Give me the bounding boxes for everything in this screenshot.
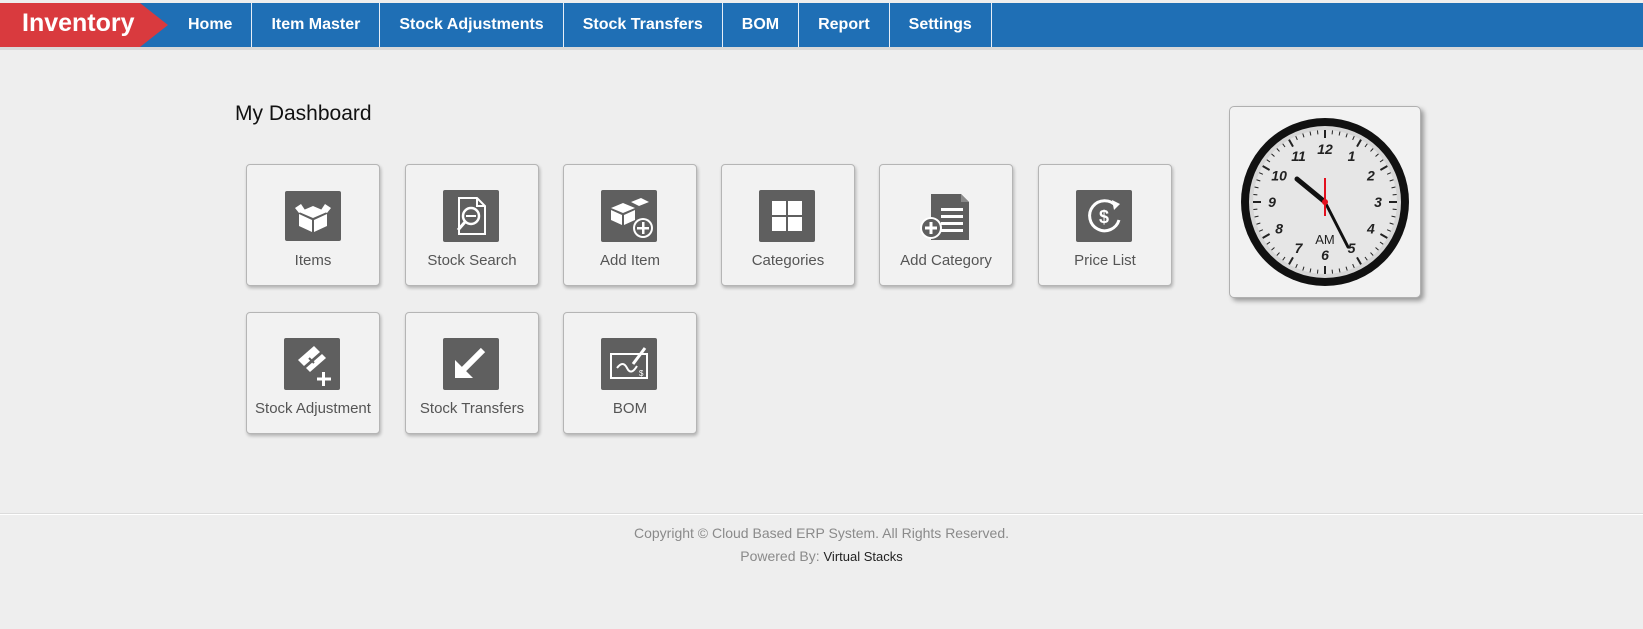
tile-label: Add Item: [599, 252, 661, 269]
tile-label: Items: [294, 252, 332, 269]
clock-numeral: 4: [1366, 221, 1375, 237]
nav-item-master[interactable]: Item Master: [252, 3, 381, 47]
tile-items[interactable]: Items: [246, 164, 380, 286]
add-document-icon: [917, 190, 973, 242]
tile-label: BOM: [612, 400, 648, 417]
tile-add-category[interactable]: Add Category: [879, 164, 1013, 286]
clock-numeral: 10: [1271, 168, 1287, 184]
add-box-icon: [601, 190, 657, 242]
nav-home[interactable]: Home: [169, 3, 253, 47]
footer-powered-label: Powered By:: [740, 548, 820, 564]
grid-icon: [759, 190, 815, 242]
arrow-down-left-icon: [443, 338, 499, 390]
clock-meridiem: AM: [1315, 232, 1335, 247]
tile-label: Price List: [1074, 252, 1136, 269]
top-navbar: Inventory Home Item Master Stock Adjustm…: [0, 3, 1643, 50]
footer-powered-link[interactable]: Virtual Stacks: [824, 549, 903, 564]
nav-report[interactable]: Report: [799, 3, 890, 47]
dollar-refresh-icon: $: [1076, 190, 1132, 242]
clock-numeral: 12: [1317, 141, 1333, 157]
clock-numeral: 9: [1268, 194, 1276, 210]
clock-numeral: 2: [1366, 168, 1375, 184]
document-search-icon: [443, 190, 499, 242]
tile-label: Add Category: [900, 252, 992, 269]
tile-stock-transfers[interactable]: Stock Transfers: [405, 312, 539, 434]
ticket-add-icon: [284, 338, 340, 390]
brand-arrow: [140, 3, 168, 47]
clock-numeral: 6: [1321, 247, 1329, 263]
footer-divider: [0, 513, 1643, 515]
main-nav: Home Item Master Stock Adjustments Stock…: [169, 3, 992, 47]
footer-powered: Powered By: Virtual Stacks: [0, 548, 1643, 564]
tile-label: Stock Adjustment: [255, 400, 371, 417]
tile-price-list[interactable]: $ Price List: [1038, 164, 1172, 286]
clock-numeral: 1: [1348, 148, 1356, 164]
cheque-sign-icon: $: [601, 338, 657, 390]
nav-bom[interactable]: BOM: [723, 3, 800, 47]
clock-numeral: 11: [1291, 148, 1306, 164]
svg-text:$: $: [639, 369, 644, 378]
tile-categories[interactable]: Categories: [721, 164, 855, 286]
clock-numeral: 8: [1275, 221, 1283, 237]
footer-copyright: Copyright © Cloud Based ERP System. All …: [634, 525, 1009, 541]
svg-text:$: $: [1099, 207, 1109, 227]
nav-settings[interactable]: Settings: [890, 3, 992, 47]
nav-stock-transfers[interactable]: Stock Transfers: [564, 3, 723, 47]
tile-add-item[interactable]: Add Item: [563, 164, 697, 286]
box-icon: [285, 191, 341, 241]
brand-logo[interactable]: Inventory: [0, 3, 140, 47]
tile-label: Stock Transfers: [419, 400, 525, 417]
analog-clock: 12 1 2 3 4 5 6 7 8 9 10 11 AM: [1229, 106, 1421, 298]
clock-face: 12 1234567891011 AM: [1241, 118, 1409, 286]
clock-numeral: 3: [1374, 194, 1382, 210]
page-title: My Dashboard: [235, 102, 372, 125]
tile-stock-search[interactable]: Stock Search: [405, 164, 539, 286]
tile-label: Stock Search: [427, 252, 517, 269]
tile-bom[interactable]: $ BOM: [563, 312, 697, 434]
tile-stock-adjustment[interactable]: Stock Adjustment: [246, 312, 380, 434]
tile-label: Categories: [751, 252, 825, 269]
clock-numeral: 7: [1295, 240, 1304, 256]
nav-stock-adjustments[interactable]: Stock Adjustments: [380, 3, 564, 47]
